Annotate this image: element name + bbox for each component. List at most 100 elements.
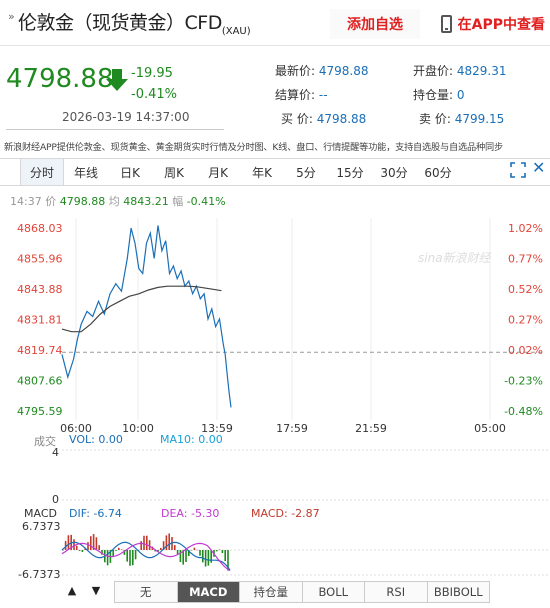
macd-bar (143, 535, 145, 550)
page-title: 伦敦金（现货黄金）CFD(XAU) (18, 12, 251, 37)
description-text: 新浪财经APP提供伦敦金、现货黄金、黄金期货实时行情及分时图、K线、盘口、行情提… (4, 142, 503, 153)
macd-bar (160, 547, 162, 550)
macd-bar (216, 550, 218, 552)
xtick: 17:59 (276, 422, 308, 435)
ytick-left: 4855.96 (17, 253, 63, 266)
tab-9[interactable]: 60分 (416, 159, 460, 185)
price-change: -19.95 -0.41% (131, 63, 177, 105)
macd-bar (98, 545, 100, 550)
macd-bar (168, 533, 170, 550)
xtick: 21:59 (355, 422, 387, 435)
macd-bar (115, 550, 117, 551)
macd-bar (81, 550, 84, 552)
macd-bar (204, 550, 207, 567)
macd-bar (165, 535, 168, 550)
realtime-quote: 14:37 价 4798.88 均 4843.21 幅 -0.41% (10, 195, 226, 208)
ytick-right: 0.02% (508, 344, 543, 357)
average-line (61, 285, 222, 333)
add-watchlist-button[interactable]: 添加自选 (330, 9, 420, 39)
settle-price-row: 结算价: -- (275, 88, 328, 102)
vol-readout: VOL: 0.00 (69, 433, 123, 446)
ytick-right: 0.52% (508, 283, 543, 296)
macd-bar (129, 550, 131, 566)
indicator-tab-5[interactable]: BBIBOLL (428, 582, 490, 602)
sell-price-row: 卖 价: 4799.15 (419, 112, 505, 126)
macd-bar (199, 550, 201, 556)
tab-5[interactable]: 年K (240, 159, 284, 185)
intraday-chart[interactable]: 4868.03 4855.96 4843.88 4831.81 4819.74 4807.… (0, 210, 550, 600)
macd-bar (221, 550, 224, 554)
macd-bar (190, 550, 193, 551)
ytick-right: 1.02% (508, 222, 543, 235)
ytick-left: 4843.88 (17, 283, 63, 296)
price-line (61, 225, 232, 408)
dif-readout: DIF: -6.74 (69, 507, 122, 520)
ytick-right: 0.27% (508, 314, 543, 327)
macd-bar (126, 550, 128, 562)
watermark: sina新浪财经 (418, 251, 493, 265)
macd-readout: MACD: -2.87 (251, 507, 320, 520)
divider (6, 129, 224, 130)
scroll-up-button[interactable]: ▲ (64, 584, 80, 600)
macd-bar (140, 541, 142, 550)
phone-icon (440, 15, 452, 33)
macd-bar (106, 550, 109, 566)
quote-timestamp: 2026-03-19 14:37:00 (62, 110, 190, 124)
macd-bar (134, 550, 137, 560)
ytick-left: 4868.03 (17, 222, 63, 235)
breadcrumb-icon: » (8, 10, 15, 23)
change-value: -19.95 (131, 66, 173, 81)
macd-bar (224, 550, 226, 561)
volume-ytick-top: 4 (52, 446, 59, 459)
scroll-down-button[interactable]: ▼ (88, 584, 104, 600)
ytick-right: 0.77% (508, 253, 543, 266)
change-percent: -0.41% (131, 87, 177, 102)
open-price-row: 开盘价: 4829.31 (413, 64, 507, 78)
macd-bar (207, 550, 210, 566)
indicator-tab-1[interactable]: MACD (177, 582, 240, 602)
macd-bar (90, 536, 92, 550)
tab-1[interactable]: 年线 (64, 159, 108, 185)
indicator-tabs: 无 MACD 持仓量 BOLL RSI BBIBOLL (114, 581, 490, 603)
xtick: 05:00 (474, 422, 506, 435)
ytick-left: 4831.81 (17, 314, 63, 327)
indicator-tab-3[interactable]: BOLL (303, 582, 365, 602)
indicator-tab-4[interactable]: RSI (365, 582, 428, 602)
ytick-left: 4819.74 (17, 344, 63, 357)
current-price: 4798.88 (6, 64, 114, 94)
macd-bar (185, 550, 187, 562)
macd-bar (196, 549, 198, 551)
ytick-right: -0.48% (504, 405, 543, 418)
tab-8[interactable]: 30分 (372, 159, 416, 185)
macd-bar (120, 549, 123, 550)
xtick: 10:00 (122, 422, 154, 435)
macd-bar (118, 547, 120, 550)
macd-bar (146, 535, 148, 550)
indicator-tab-2[interactable]: 持仓量 (240, 582, 303, 602)
tab-3[interactable]: 周K (152, 159, 196, 185)
macd-bar (193, 547, 196, 550)
macd-bar (87, 542, 89, 550)
macd-bar (73, 539, 75, 550)
period-tabs: 分时 年线 日K 周K 月K 年K 5分 15分 30分 60分 (0, 158, 550, 186)
indicator-tab-0[interactable]: 无 (115, 582, 178, 602)
macd-bar (132, 550, 134, 566)
macd-bar (67, 535, 70, 550)
view-in-app-button[interactable]: 在APP中查看 (430, 9, 545, 39)
volume-ytick-bottom: 0 (52, 493, 59, 506)
macd-bar (95, 537, 98, 550)
tab-2[interactable]: 日K (108, 159, 152, 185)
macd-ytick-bottom: -6.7373 (18, 568, 61, 581)
tab-7[interactable]: 15分 (328, 159, 372, 185)
fullscreen-icon[interactable] (510, 162, 526, 178)
down-arrow-icon (106, 69, 128, 91)
tab-0[interactable]: 分时 (20, 159, 64, 185)
close-icon[interactable]: ✕ (532, 158, 545, 177)
tab-4[interactable]: 月K (196, 159, 240, 185)
ytick-left: 4795.59 (17, 405, 63, 418)
divider (0, 45, 550, 46)
macd-bar (78, 550, 81, 551)
tab-6[interactable]: 5分 (284, 159, 328, 185)
position-row: 持仓量: 0 (413, 88, 465, 102)
buy-price-row: 买 价: 4798.88 (281, 112, 367, 126)
